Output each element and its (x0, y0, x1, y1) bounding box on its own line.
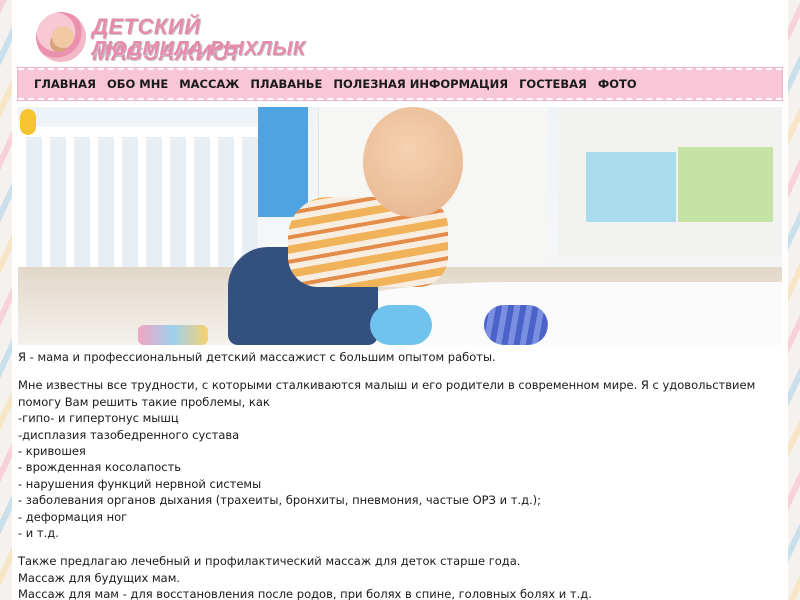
site-logo[interactable]: ДЕТСКИЙ МАССАЖИСТ ЛЮДМИЛА РЫХЛЫК (36, 8, 336, 65)
page-container: ДЕТСКИЙ МАССАЖИСТ ЛЮДМИЛА РЫХЛЫК ГЛАВНАЯ… (12, 0, 788, 600)
problem-item: - кривошея (18, 444, 86, 459)
nav-item-swimming[interactable]: ПЛАВАНЬЕ (250, 77, 322, 91)
page-background: { "header": { "logo_line1": "ДЕТСКИЙ МАС… (0, 0, 800, 600)
wall-panel (258, 107, 308, 217)
extra-text: Массаж для будущих мам. (18, 570, 181, 585)
logo-badge-icon (36, 12, 86, 62)
nav-item-useful-info[interactable]: ПОЛЕЗНАЯ ИНФОРМАЦИЯ (333, 77, 508, 91)
toy-ball (370, 305, 432, 345)
toy-ball (484, 305, 548, 345)
main-nav: ГЛАВНАЯ ОБО МНЕ МАССАЖ ПЛАВАНЬЕ ПОЛЕЗНАЯ… (17, 67, 783, 101)
nav-item-massage[interactable]: МАССАЖ (179, 77, 239, 91)
intro-text: Я - мама и профессиональный детский масс… (18, 350, 496, 364)
nav-item-photo[interactable]: ФОТО (598, 77, 637, 91)
extra-text: Также предлагаю лечебный и профилактичес… (18, 554, 521, 569)
problem-item: -дисплазия тазобедренного сустава (18, 427, 240, 442)
nav-item-about[interactable]: ОБО МНЕ (107, 77, 168, 91)
toy-box (678, 147, 773, 222)
main-content: Я - мама и профессиональный детский масс… (18, 349, 782, 600)
problem-item: -гипо- и гипертонус мышц (18, 411, 179, 426)
nav-item-home[interactable]: ГЛАВНАЯ (34, 77, 96, 91)
toy-blocks (138, 325, 208, 345)
problem-item: - деформация ног (18, 509, 128, 524)
baby-head (363, 107, 463, 217)
problem-item: - нарушения функций нервной системы (18, 476, 262, 491)
logo-subtitle: ЛЮДМИЛА РЫХЛЫК (92, 38, 306, 60)
toy-box (586, 152, 676, 222)
toy-duck (20, 109, 36, 135)
problem-item: - и т.д. (18, 526, 59, 541)
hero-image (18, 107, 782, 345)
problem-item: - врожденная косолапость (18, 460, 182, 475)
problem-item: - заболевания органов дыхания (трахеиты,… (18, 493, 542, 508)
problems-intro: Мне известны все трудности, с которыми с… (18, 378, 756, 409)
nav-item-guestbook[interactable]: ГОСТЕВАЯ (519, 77, 587, 91)
extra-text: Массаж для мам - для восстановления посл… (18, 587, 592, 600)
